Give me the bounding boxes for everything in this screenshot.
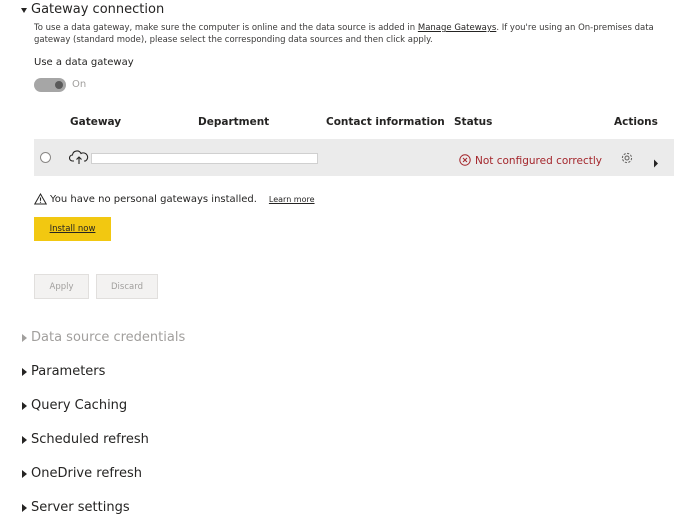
chevron-right-icon[interactable] — [653, 153, 659, 172]
toggle-state-label: On — [72, 79, 87, 90]
manage-gateways-link[interactable]: Manage Gateways — [418, 23, 496, 33]
section-title: Parameters — [31, 364, 106, 379]
use-gateway-toggle[interactable] — [34, 78, 66, 92]
apply-button[interactable]: Apply — [34, 274, 89, 299]
discard-button[interactable]: Discard — [96, 274, 158, 299]
gear-icon[interactable] — [620, 150, 634, 169]
section-title: Gateway connection — [31, 2, 165, 17]
caret-right-icon — [22, 367, 27, 376]
section-title: Query Caching — [31, 398, 128, 413]
gateway-name-redacted — [91, 153, 318, 164]
section-onedrive-refresh[interactable]: OneDrive refresh — [21, 466, 142, 481]
error-circle-icon — [459, 151, 471, 170]
section-query-caching[interactable]: Query Caching — [21, 398, 127, 413]
column-header-status: Status — [454, 116, 493, 128]
install-now-button[interactable]: Install now — [34, 217, 111, 241]
toggle-knob — [55, 81, 63, 89]
cloud-upload-icon — [69, 148, 89, 170]
caret-right-icon — [22, 333, 27, 342]
use-gateway-label: Use a data gateway — [34, 57, 134, 68]
caret-right-icon — [22, 401, 27, 410]
column-header-gateway: Gateway — [70, 116, 122, 128]
caret-right-icon — [22, 503, 27, 512]
caret-right-icon — [22, 435, 27, 444]
gateway-radio[interactable] — [40, 152, 51, 163]
caret-right-icon — [22, 469, 27, 478]
no-gateway-warning: You have no personal gateways installed.… — [33, 190, 315, 209]
table-row[interactable]: Not configured correctly — [34, 139, 674, 176]
section-title: Data source credentials — [31, 330, 186, 345]
status-text: Not configured correctly — [475, 154, 602, 167]
column-header-department: Department — [198, 116, 270, 128]
warning-text: You have no personal gateways installed. — [50, 194, 257, 205]
section-title: Server settings — [31, 500, 130, 515]
section-parameters[interactable]: Parameters — [21, 364, 105, 379]
caret-down-icon — [21, 7, 27, 13]
gateway-description: To use a data gateway, make sure the com… — [34, 23, 654, 45]
section-title: OneDrive refresh — [31, 466, 142, 481]
column-header-contact: Contact information — [326, 116, 445, 128]
learn-more-link[interactable]: Learn more — [269, 195, 315, 204]
section-scheduled-refresh[interactable]: Scheduled refresh — [21, 432, 149, 447]
section-gateway-connection[interactable]: Gateway connection — [21, 2, 164, 17]
section-server-settings[interactable]: Server settings — [21, 500, 130, 515]
warning-triangle-icon — [33, 190, 48, 209]
status-cell: Not configured correctly — [459, 151, 602, 170]
section-title: Scheduled refresh — [31, 432, 149, 447]
column-header-actions: Actions — [614, 116, 658, 128]
section-data-source-credentials[interactable]: Data source credentials — [21, 330, 185, 345]
